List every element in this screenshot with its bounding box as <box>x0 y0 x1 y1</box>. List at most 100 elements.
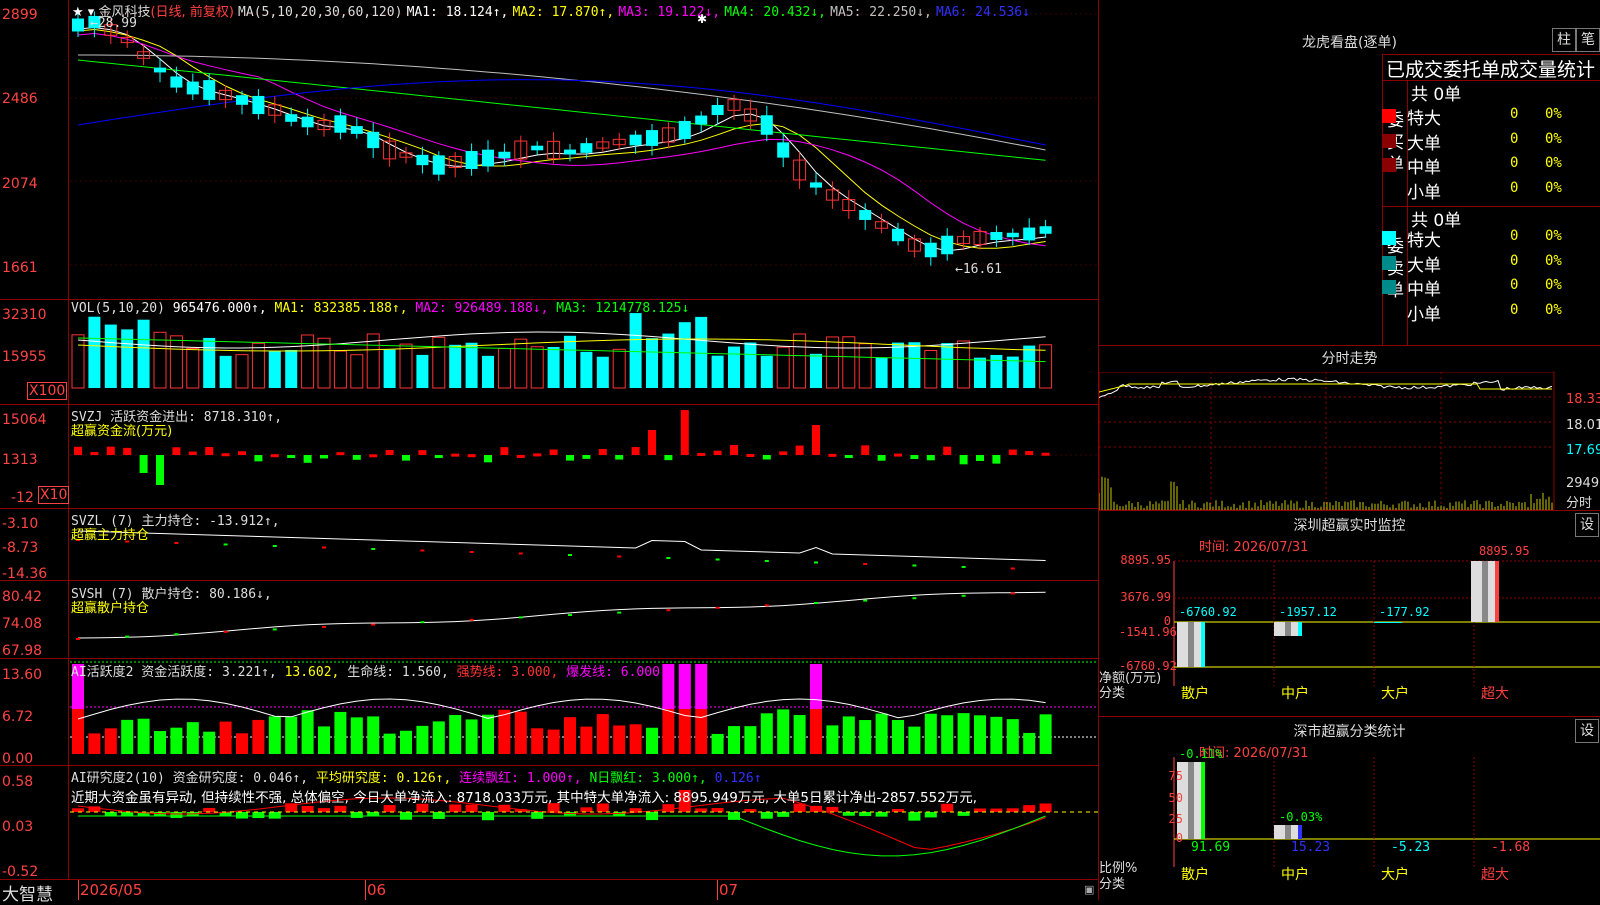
sell-count: 0 <box>1510 228 1519 244</box>
flow-bar <box>1041 452 1050 456</box>
tick-mark <box>666 557 671 559</box>
candle-body <box>252 95 265 115</box>
tick-mark <box>174 633 179 636</box>
flow-bar <box>90 452 99 456</box>
tick-mark <box>322 546 326 549</box>
activity-bar <box>810 709 822 754</box>
activity-bar <box>580 726 593 754</box>
volume-bar <box>892 342 904 388</box>
intraday-title: 分时走势 <box>1321 351 1378 367</box>
sell-swatch <box>1382 255 1396 270</box>
flow-bar <box>598 449 607 455</box>
volume-bar <box>662 333 675 388</box>
y-tick: -8.73 <box>2 540 39 556</box>
activity-bar <box>957 713 970 754</box>
research-bar <box>580 807 593 812</box>
activity-bar <box>974 715 986 754</box>
sell-pct: 0% <box>1545 301 1562 318</box>
flow-bar <box>779 451 788 455</box>
sell-count: 0 <box>1510 277 1519 293</box>
volume-bar <box>1023 345 1036 388</box>
buy-pct: 0% <box>1545 130 1562 147</box>
volume-multiplier[interactable]: X100 <box>27 382 68 400</box>
tick-mark <box>223 543 228 546</box>
ma4-line <box>77 59 1046 161</box>
activity-bar <box>236 733 248 754</box>
ss-bar-center <box>1285 825 1291 839</box>
event-star-icon[interactable]: ✱ <box>697 12 707 26</box>
tick-mark <box>272 628 277 631</box>
tick-mark <box>912 597 917 600</box>
intraday-chart[interactable] <box>1099 372 1565 510</box>
chart-mode[interactable]: (日线, 前复权) <box>150 5 233 20</box>
price-tick: 17.69 <box>1566 443 1600 458</box>
flow-bar <box>631 447 640 455</box>
tick-view-button[interactable]: 笔 <box>1576 28 1600 52</box>
volume-bar <box>580 351 593 388</box>
volume-bar <box>596 356 609 388</box>
volume-bar <box>858 343 872 389</box>
research-bar <box>334 805 347 812</box>
activity-bar <box>875 713 888 754</box>
y-tick: 74.08 <box>2 616 43 632</box>
star-icon[interactable]: ★ <box>72 5 84 20</box>
candle-body <box>1006 232 1019 238</box>
ai2-legend: AI研究度2(10) 资金研究度: 0.046↑, 平均研究度: 0.126↑,… <box>71 771 762 786</box>
flow-bar <box>270 454 279 458</box>
svzj-sub: 超赢资金流(万元) <box>71 424 173 439</box>
buy-pct: 0% <box>1545 155 1562 171</box>
activity-bar <box>842 716 855 754</box>
tick-mark <box>174 542 179 544</box>
activity-bar <box>416 725 429 754</box>
ss-y-tick: 50 <box>1168 791 1183 805</box>
flow-bar <box>516 454 525 458</box>
volume-bar <box>449 344 462 388</box>
candlestick-chart[interactable] <box>70 0 1098 298</box>
activity-bar <box>744 726 757 754</box>
buy-count: 0 <box>1510 155 1519 171</box>
research-bar <box>924 812 937 818</box>
sz-bar-edge <box>1201 622 1205 667</box>
tick-mark <box>518 552 523 555</box>
candle-body <box>777 142 790 158</box>
flow-bar <box>467 454 476 458</box>
flow-bar <box>877 455 886 461</box>
tick-mark <box>617 555 622 558</box>
intraday-panel[interactable]: 分时走势 18.33 18.01 17.69 29492 分时 <box>1099 346 1600 511</box>
volume-bar <box>465 342 478 388</box>
flow-bar <box>910 455 919 460</box>
sz-bar-edge <box>1495 561 1499 622</box>
candle-body <box>580 143 593 153</box>
activity-bar <box>400 730 412 754</box>
flow-bar <box>303 455 312 463</box>
bar-view-button[interactable]: 柱 <box>1552 28 1576 52</box>
activity-bar <box>219 721 232 754</box>
flow-bar <box>648 430 656 455</box>
volume-bar <box>924 350 938 389</box>
flow-bar <box>664 455 673 461</box>
tick-mark <box>814 561 818 564</box>
y-tick: 67.98 <box>2 643 43 659</box>
candle-body <box>482 149 494 167</box>
tick-mark <box>469 618 474 621</box>
sell-pct: 0% <box>1545 228 1562 244</box>
y-tick: 0.00 <box>2 751 34 767</box>
sz-y-tick: 3676.99 <box>1120 590 1171 604</box>
volume-bar <box>251 342 265 389</box>
sell-cat-label: 大单 <box>1407 255 1441 276</box>
y-tick: 32310 <box>2 307 47 323</box>
research-line-green <box>78 815 1046 857</box>
activity-bar <box>531 728 544 754</box>
volume-bar <box>776 346 790 389</box>
lock-icon[interactable]: ▣ <box>1084 883 1094 896</box>
volume-bar <box>974 357 986 388</box>
buy-swatch <box>1382 109 1396 123</box>
flow-bar <box>713 450 722 455</box>
research-bar <box>859 812 872 817</box>
activity-bar <box>301 710 314 754</box>
volume-bar <box>137 319 150 388</box>
svzj-multiplier[interactable]: X10 <box>38 486 70 504</box>
sell-pct: 0% <box>1545 277 1562 293</box>
volume-bar <box>825 336 839 389</box>
chart-area[interactable]: ★ ▾ 金风科技(日线, 前复权) MA(5,10,20,30,60,120) … <box>0 0 1098 905</box>
